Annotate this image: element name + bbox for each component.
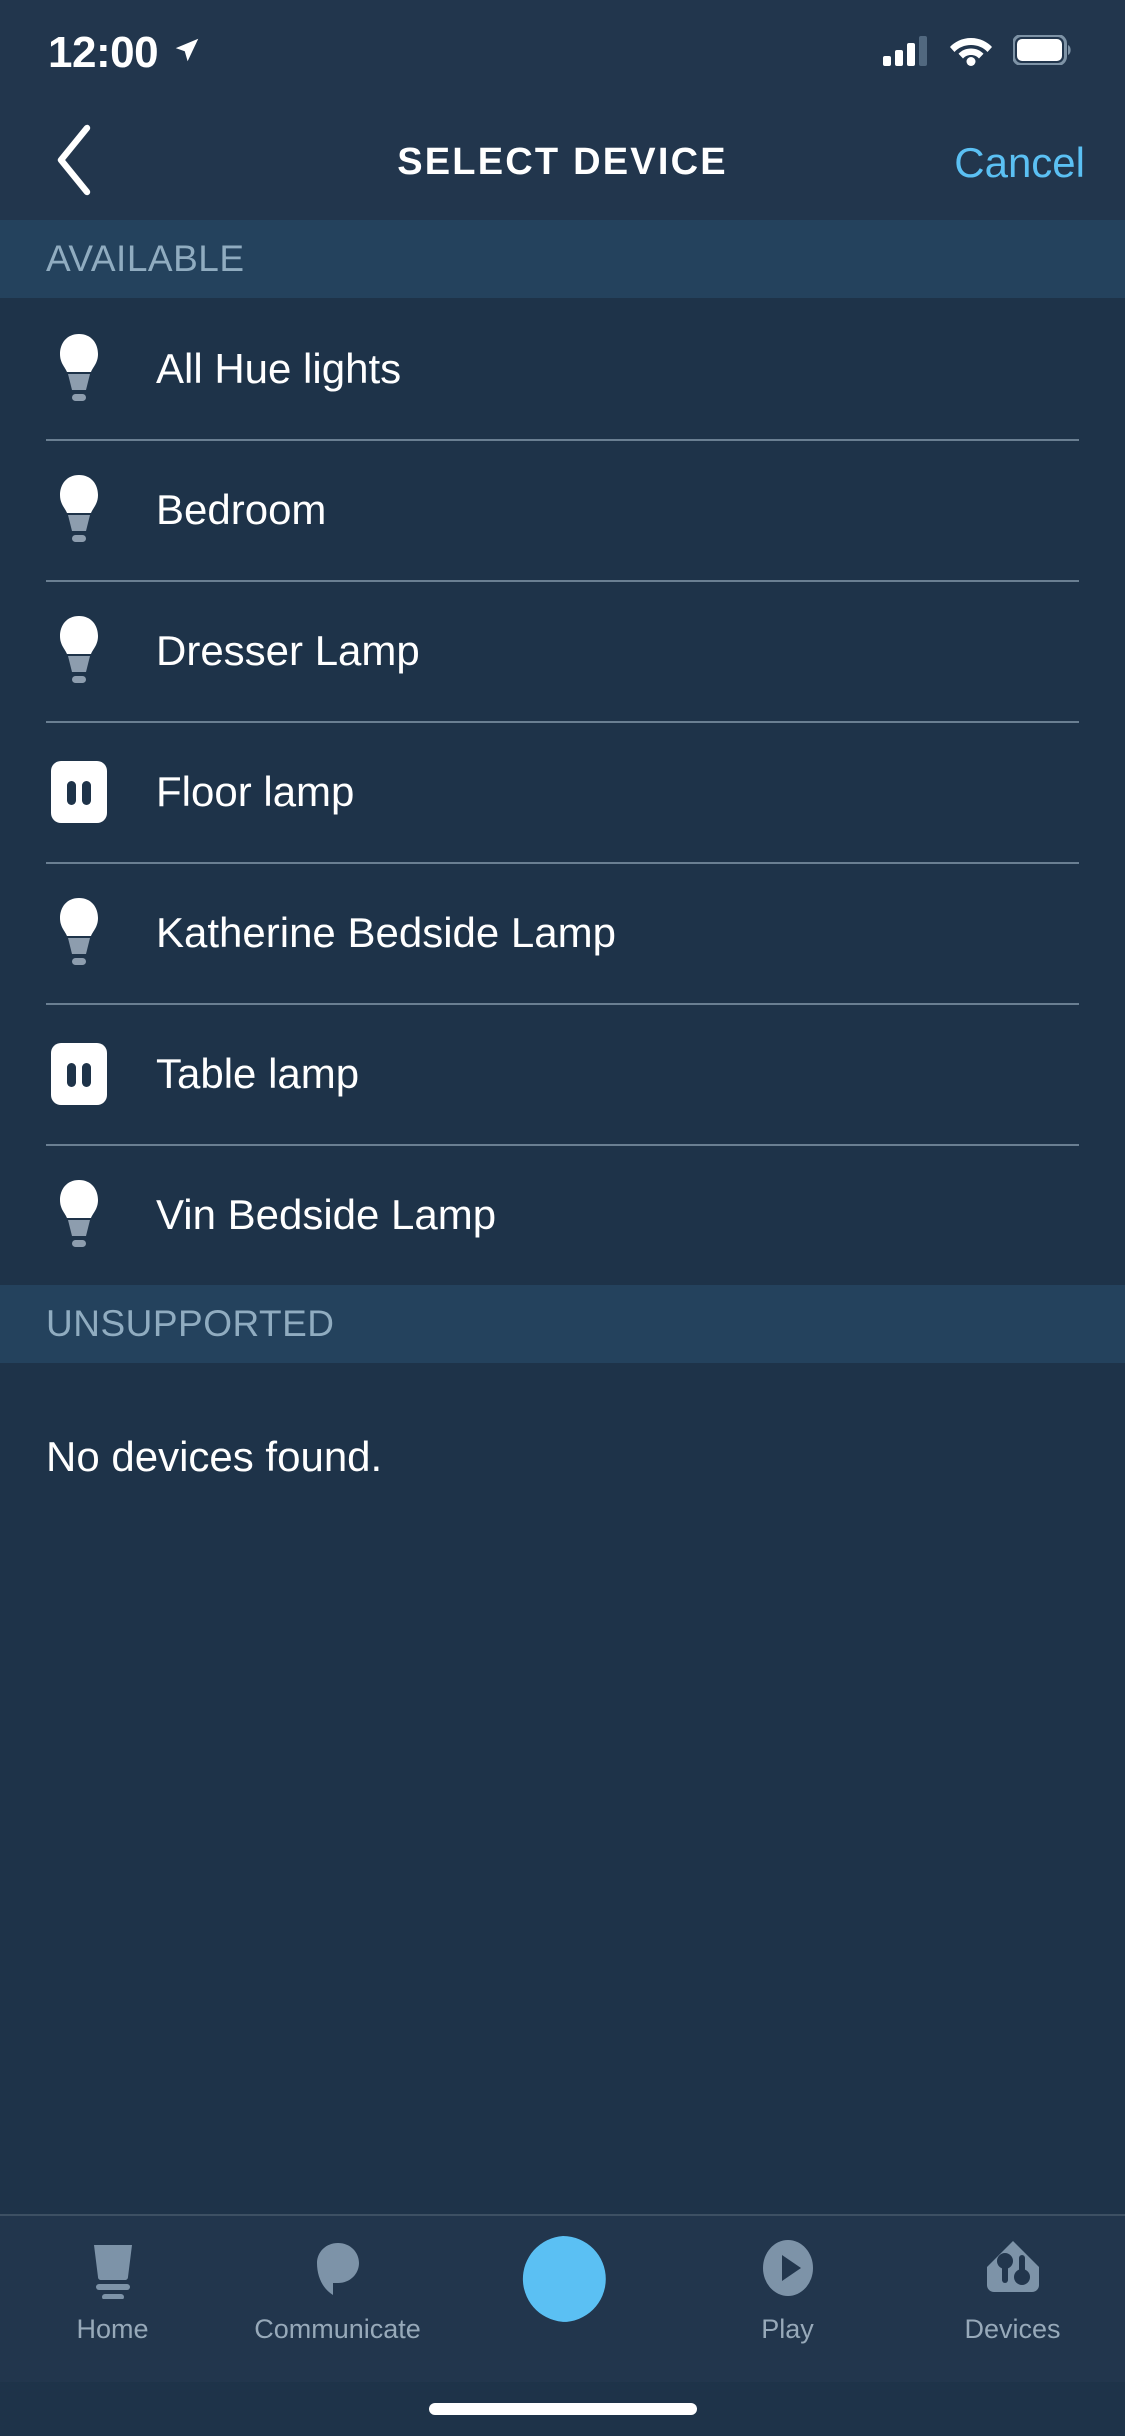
device-row-all-hue-lights[interactable]: All Hue lights [0,298,1125,439]
light-bulb-icon [46,893,112,973]
status-bar-left: 12:00 [48,27,202,77]
bottom-tab-bar: Home Communicate Play Devices [0,2214,1125,2382]
empty-state-text: No devices found. [46,1433,383,1480]
tab-devices[interactable]: Devices [900,2230,1125,2382]
tab-alexa[interactable] [450,2230,675,2382]
back-button[interactable] [40,124,110,198]
light-bulb-icon [46,1175,112,1255]
device-row-dresser-lamp[interactable]: Dresser Lamp [0,580,1125,721]
battery-full-icon [1012,34,1073,70]
device-name: Table lamp [156,1049,360,1097]
app-screen: 12:00 SELECT DEVICE Cancel AVAILABLE All… [0,0,1125,2436]
chevron-left-icon [51,124,99,201]
device-name: Katherine Bedside Lamp [156,908,616,956]
section-header-label: UNSUPPORTED [46,1303,335,1344]
alexa-ring-icon [516,2230,610,2330]
navigation-bar: SELECT DEVICE Cancel [0,105,1125,220]
device-row-floor-lamp[interactable]: Floor lamp [0,721,1125,862]
device-row-bedroom[interactable]: Bedroom [0,439,1125,580]
echo-device-icon [82,2230,144,2306]
tab-label: Play [761,2314,814,2344]
device-name: Dresser Lamp [156,626,420,674]
smart-plug-icon [46,1034,112,1114]
smart-plug-icon [46,752,112,832]
wifi-icon [949,34,993,71]
device-name: Bedroom [156,485,327,533]
device-name: All Hue lights [156,344,402,392]
tab-label: Home [76,2314,149,2344]
status-bar: 12:00 [0,0,1125,105]
status-bar-clock: 12:00 [48,27,159,77]
device-row-katherine-bedside-lamp[interactable]: Katherine Bedside Lamp [0,862,1125,1003]
unsupported-empty-state: No devices found. [0,1363,1125,2214]
available-device-list: All Hue lights Bedroom Dresser Lamp Floo… [0,298,1125,1285]
home-devices-icon [982,2230,1044,2306]
section-header-available: AVAILABLE [0,220,1125,298]
section-header-label: AVAILABLE [46,238,245,279]
light-bulb-icon [46,470,112,550]
location-arrow-icon [172,35,202,70]
speech-bubble-icon [307,2230,369,2306]
play-circle-icon [757,2230,819,2306]
light-bulb-icon [46,329,112,409]
tab-home[interactable]: Home [0,2230,225,2382]
home-indicator[interactable] [428,2403,697,2415]
tab-play[interactable]: Play [675,2230,900,2382]
light-bulb-icon [46,611,112,691]
device-name: Vin Bedside Lamp [156,1190,497,1238]
cellular-signal-icon [883,34,929,71]
tab-communicate[interactable]: Communicate [225,2230,450,2382]
device-row-vin-bedside-lamp[interactable]: Vin Bedside Lamp [0,1144,1125,1285]
device-row-table-lamp[interactable]: Table lamp [0,1003,1125,1144]
tab-label: Devices [964,2314,1061,2344]
status-bar-right [883,34,1073,71]
home-indicator-area [0,2382,1125,2436]
device-name: Floor lamp [156,767,355,815]
section-header-unsupported: UNSUPPORTED [0,1285,1125,1363]
tab-label: Communicate [254,2314,421,2344]
cancel-button[interactable]: Cancel [954,139,1085,187]
